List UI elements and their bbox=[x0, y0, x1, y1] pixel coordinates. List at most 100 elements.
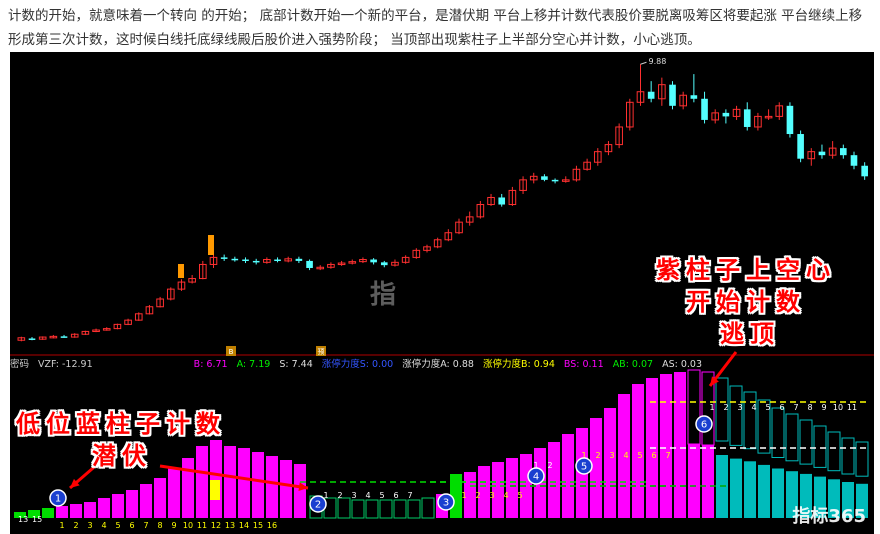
indicator-bar-magenta bbox=[492, 462, 504, 518]
candle-body bbox=[498, 197, 506, 205]
indicator-as: AS: 0.03 bbox=[662, 359, 703, 370]
indicator-bar-magenta bbox=[70, 504, 82, 518]
annotation-left-line1: 低位蓝柱子计数 bbox=[16, 409, 226, 438]
highlight-candle bbox=[178, 264, 184, 278]
indicator-bar: 密码 VZF: -12.91 B: 6.71 A: 7.19 S: 7.44 涨… bbox=[10, 356, 708, 370]
indicator-bar-magenta bbox=[154, 478, 166, 518]
indicator-bs: BS: 0.11 bbox=[563, 359, 604, 370]
indicator-s: S: 7.44 bbox=[279, 359, 313, 370]
count-circle-label: 1 bbox=[55, 494, 61, 505]
count-seq6: 1 bbox=[709, 403, 714, 412]
indicator-bar-magenta bbox=[604, 408, 616, 518]
count-seq4: 2 bbox=[547, 461, 552, 470]
candle-body bbox=[306, 260, 313, 268]
count-seq1: 12 bbox=[211, 521, 221, 530]
count-seq6: 8 bbox=[807, 403, 812, 412]
count-seq3: 2 bbox=[475, 491, 480, 500]
candle-body bbox=[295, 258, 303, 261]
indicator-bar-hollow-top bbox=[687, 369, 701, 445]
indicator-bar-hollow bbox=[421, 497, 435, 519]
candle-body bbox=[242, 259, 249, 262]
buy-marker-text: B bbox=[229, 348, 234, 356]
count-seq3: 4 bbox=[503, 491, 508, 500]
site-watermark: 指标365 bbox=[792, 506, 866, 527]
count-seq1: 16 bbox=[267, 521, 277, 530]
indicator-bar-teal-hollow bbox=[813, 425, 827, 468]
count-seq6: 11 bbox=[847, 403, 857, 412]
indicator-bar-magenta bbox=[210, 440, 222, 518]
indicator-bar-teal bbox=[744, 461, 756, 518]
indicator-bar-hollow bbox=[393, 499, 407, 519]
count-seq3: 1 bbox=[461, 491, 466, 500]
count-seq1: 8 bbox=[157, 521, 162, 530]
count-seq1: 6 bbox=[129, 521, 134, 530]
candle-body bbox=[647, 91, 655, 99]
count-seq5: 5 bbox=[637, 451, 642, 460]
count-first-label: 13 bbox=[18, 515, 28, 524]
indicator-bar-magenta bbox=[660, 374, 672, 518]
count-seq1: 4 bbox=[101, 521, 106, 530]
count-first-label: 15 bbox=[32, 515, 42, 524]
candle-body bbox=[786, 105, 794, 135]
count-seq1: 9 bbox=[171, 521, 176, 530]
count-circle-label: 5 bbox=[581, 462, 587, 473]
count-seq1: 13 bbox=[225, 521, 235, 530]
indicator-bar-magenta bbox=[294, 464, 306, 518]
candle-body bbox=[669, 84, 676, 106]
candle-body bbox=[690, 95, 698, 99]
candle-body bbox=[28, 338, 36, 340]
indicator-bar-hollow bbox=[379, 499, 393, 519]
candle-body bbox=[850, 155, 858, 166]
indicator-zt-a: 涨停力度A: 0.88 bbox=[402, 359, 474, 370]
candle-body bbox=[370, 259, 377, 263]
indicator-bar-green bbox=[42, 508, 54, 518]
highlight-candle bbox=[208, 235, 214, 255]
count-seq5: 2 bbox=[595, 451, 600, 460]
count-seq3: 3 bbox=[489, 491, 494, 500]
count-seq1: 2 bbox=[73, 521, 78, 530]
indicator-bar-teal-hollow bbox=[771, 407, 785, 458]
candle-body bbox=[274, 259, 281, 262]
count-seq6: 9 bbox=[821, 403, 826, 412]
count-seq2: 3 bbox=[351, 491, 356, 500]
indicator-bar-teal-hollow bbox=[799, 419, 813, 465]
indicator-bar-hollow bbox=[351, 499, 365, 519]
indicator-bar-magenta bbox=[56, 506, 68, 518]
indicator-bar-magenta bbox=[562, 434, 574, 518]
stock-chart: 9.88 B 预 1 2 3 4 5 6 7 8 9 10 11 12 13 14 15 16 1 2 3 4 5 6 7 1 2 3 4… bbox=[10, 52, 874, 534]
candle-body bbox=[252, 260, 260, 263]
count-seq6: 10 bbox=[833, 403, 843, 412]
indicator-bar-magenta bbox=[238, 448, 250, 518]
indicator-bar-magenta bbox=[280, 460, 292, 518]
count-seq3: 5 bbox=[517, 491, 522, 500]
indicator-b: B: 6.71 bbox=[193, 359, 228, 370]
indicator-zt-s: 涨停力度S: 0.00 bbox=[321, 359, 394, 370]
indicator-bar-teal-hollow bbox=[729, 385, 743, 446]
count-seq1: 11 bbox=[197, 521, 207, 530]
count-seq5: 4 bbox=[623, 451, 628, 460]
indicator-bar-magenta bbox=[548, 442, 560, 518]
indicator-bar-magenta bbox=[112, 494, 124, 518]
count-seq1: 1 bbox=[59, 521, 64, 530]
center-watermark: 指 bbox=[370, 280, 397, 310]
count-seq2: 2 bbox=[337, 491, 342, 500]
indicator-bar-teal-hollow bbox=[855, 441, 869, 477]
count-circle-label: 2 bbox=[315, 500, 321, 511]
high-leader bbox=[640, 61, 647, 65]
indicator-bar-magenta bbox=[252, 452, 264, 518]
indicator-bar-teal bbox=[730, 458, 742, 518]
count-seq5: 3 bbox=[609, 451, 614, 460]
indicator-bar-teal bbox=[772, 468, 784, 518]
indicator-bar-magenta bbox=[506, 458, 518, 518]
indicator-bar-magenta bbox=[98, 498, 110, 518]
count-circle-label: 4 bbox=[533, 472, 539, 483]
count-seq1: 10 bbox=[183, 521, 193, 530]
candle-body bbox=[818, 151, 826, 156]
candle-body bbox=[861, 165, 868, 177]
indicator-a: A: 7.19 bbox=[236, 359, 271, 370]
candle-body bbox=[380, 262, 388, 266]
count-seq6: 2 bbox=[723, 403, 728, 412]
indicator-bar-magenta bbox=[84, 502, 96, 518]
count-seq1: 5 bbox=[115, 521, 120, 530]
indicator-bar-hollow bbox=[365, 499, 379, 519]
